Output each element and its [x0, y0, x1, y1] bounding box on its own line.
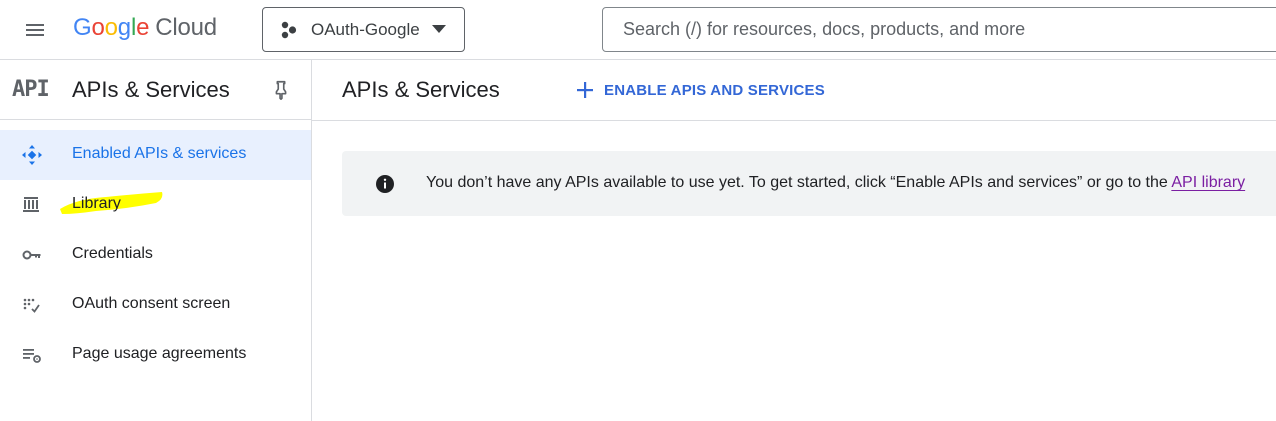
search-input[interactable] — [603, 8, 1276, 51]
project-icon — [281, 21, 297, 38]
info-banner: You don’t have any APIs available to use… — [342, 151, 1276, 216]
sidebar-nav: Enabled APIs & services Library Credenti… — [0, 130, 311, 380]
project-picker-button[interactable]: OAuth-Google — [262, 7, 465, 52]
sidebar-item-label: Enabled APIs & services — [72, 145, 247, 162]
pin-icon — [275, 80, 287, 100]
sidebar-item-oauth-consent[interactable]: OAuth consent screen — [0, 280, 311, 330]
sidebar-item-library[interactable]: Library — [0, 180, 311, 230]
chevron-down-icon — [432, 25, 446, 33]
page-title: APIs & Services — [342, 77, 500, 102]
sidebar-item-credentials[interactable]: Credentials — [0, 230, 311, 280]
api-logo-icon: API — [12, 77, 50, 102]
sidebar-item-page-usage[interactable]: Page usage agreements — [0, 330, 311, 380]
sidebar-item-label: Page usage agreements — [72, 345, 247, 362]
sidebar-item-label: Credentials — [72, 245, 153, 262]
sidebar-item-enabled-apis[interactable]: Enabled APIs & services — [0, 130, 311, 180]
sidebar-title: APIs & Services — [72, 77, 230, 102]
sidebar-header: API APIs & Services — [0, 60, 311, 120]
enabled-apis-icon — [21, 144, 43, 166]
sidebar-item-label: OAuth consent screen — [72, 295, 231, 312]
consent-icon — [21, 294, 43, 316]
main-content: APIs & Services ENABLE APIS AND SERVICES… — [312, 60, 1276, 421]
key-icon — [21, 244, 43, 266]
google-cloud-logo[interactable]: Google Cloud — [73, 14, 217, 46]
enable-apis-button[interactable]: ENABLE APIS AND SERVICES — [574, 74, 825, 106]
api-library-link[interactable]: API library — [1171, 174, 1245, 191]
sidebar: API APIs & Services Enabled APIs & servi… — [0, 60, 312, 421]
plus-icon — [577, 82, 593, 98]
settings-list-icon — [21, 344, 43, 366]
project-name: OAuth-Google — [311, 19, 420, 39]
top-bar: Google Cloud OAuth-Google — [0, 0, 1276, 60]
search-box[interactable] — [602, 7, 1276, 52]
info-message: You don’t have any APIs available to use… — [426, 174, 1172, 191]
hamburger-menu-icon — [26, 24, 44, 36]
enable-apis-label: ENABLE APIS AND SERVICES — [604, 81, 825, 99]
library-icon — [21, 194, 43, 216]
info-icon — [376, 175, 394, 193]
main-header: APIs & Services ENABLE APIS AND SERVICES — [312, 60, 1276, 121]
main-menu-button[interactable] — [16, 12, 54, 48]
info-banner-text: You don’t have any APIs available to use… — [426, 174, 1245, 192]
logo-product-name: Cloud — [155, 14, 217, 41]
pin-button[interactable] — [270, 79, 294, 103]
sidebar-item-label: Library — [72, 195, 121, 212]
